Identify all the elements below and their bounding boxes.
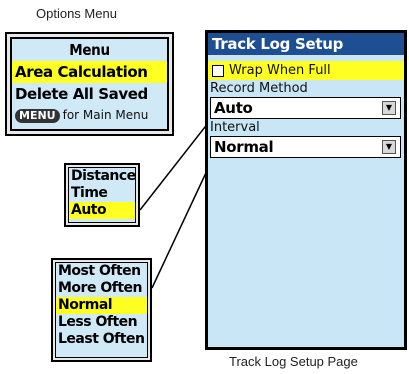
- record-method-value: Auto: [214, 99, 253, 117]
- chevron-down-icon[interactable]: ▼: [382, 101, 396, 115]
- interval-label: Interval: [210, 120, 260, 135]
- wrap-when-full-label: Wrap When Full: [229, 63, 331, 78]
- record-method-field[interactable]: Auto ▼: [210, 97, 401, 119]
- interval-field[interactable]: Normal ▼: [210, 136, 401, 158]
- interval-value: Normal: [214, 138, 274, 156]
- wrap-when-full-checkbox[interactable]: [212, 64, 224, 77]
- chevron-down-icon[interactable]: ▼: [382, 140, 396, 154]
- track-log-setup-screen: Track Log Setup Wrap When Full Record Me…: [205, 30, 407, 350]
- page-title: Track Log Setup: [208, 33, 404, 55]
- track-log-page-caption: Track Log Setup Page: [229, 354, 358, 369]
- record-method-label: Record Method: [210, 81, 308, 96]
- callout-line-record-method: [139, 117, 213, 211]
- callout-line-interval: [151, 159, 213, 289]
- wrap-when-full-row[interactable]: Wrap When Full: [208, 61, 404, 80]
